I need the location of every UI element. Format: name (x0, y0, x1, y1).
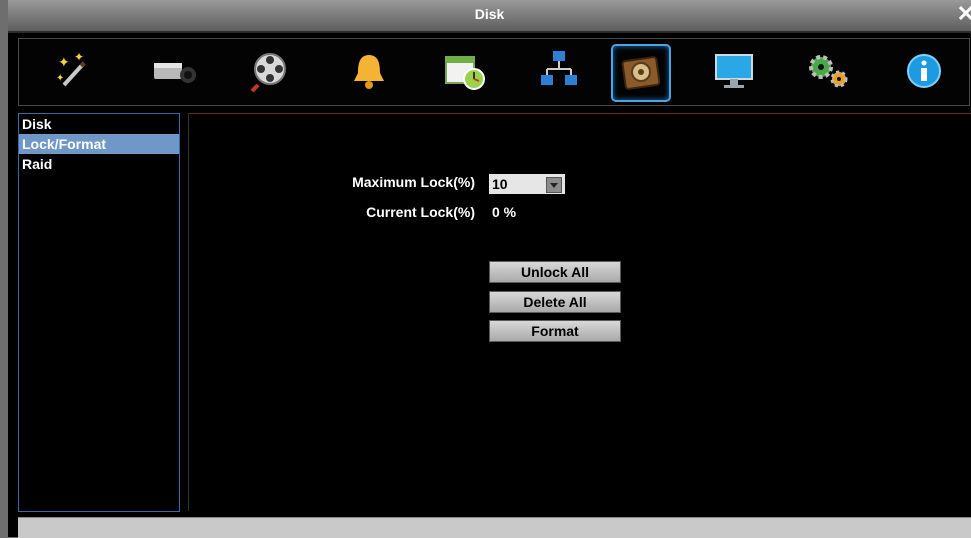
bell-icon[interactable] (344, 45, 394, 97)
close-icon[interactable]: ✕ (957, 2, 971, 26)
sidebar-item-lock-format[interactable]: Lock/Format (19, 134, 179, 154)
sidebar-item-raid[interactable]: Raid (19, 154, 179, 174)
max-lock-row: Maximum Lock(%) (189, 174, 475, 194)
format-button[interactable]: Format (489, 320, 621, 342)
max-lock-value: 10 (492, 176, 508, 192)
network-icon[interactable] (534, 45, 584, 97)
svg-text:✦: ✦ (56, 73, 64, 84)
window-title: Disk (474, 6, 505, 22)
max-lock-label: Maximum Lock(%) (352, 174, 475, 190)
monitor-icon[interactable] (709, 45, 759, 97)
disk-window: Disk ✕ ✦ ✦ ✦ Disk Lock/Format Raid Maxim… (8, 0, 971, 538)
status-bar (18, 517, 971, 538)
sidebar-item-disk[interactable]: Disk (19, 114, 179, 134)
unlock-all-button[interactable]: Unlock All (489, 261, 621, 283)
main-toolbar: ✦ ✦ ✦ (18, 38, 970, 106)
film-reel-icon[interactable] (247, 45, 297, 97)
title-bar: Disk ✕ (8, 0, 971, 33)
gears-icon[interactable] (804, 45, 854, 97)
camera-icon[interactable] (149, 45, 199, 97)
svg-text:✦: ✦ (74, 51, 84, 64)
sidebar-menu: Disk Lock/Format Raid (18, 113, 180, 512)
lock-format-panel: Maximum Lock(%) 10 Current Lock(%) 0 % U… (188, 113, 971, 511)
schedule-icon[interactable] (439, 45, 489, 97)
current-lock-row: Current Lock(%) (189, 204, 475, 224)
magic-wand-icon[interactable]: ✦ ✦ ✦ (49, 45, 99, 97)
current-lock-label: Current Lock(%) (366, 204, 475, 220)
disk-icon[interactable] (611, 44, 671, 102)
max-lock-select[interactable]: 10 (489, 174, 565, 194)
info-icon[interactable] (899, 45, 949, 97)
chevron-down-icon[interactable] (546, 177, 562, 193)
current-lock-value: 0 % (492, 204, 517, 220)
delete-all-button[interactable]: Delete All (489, 291, 621, 313)
svg-text:✦: ✦ (58, 55, 70, 71)
